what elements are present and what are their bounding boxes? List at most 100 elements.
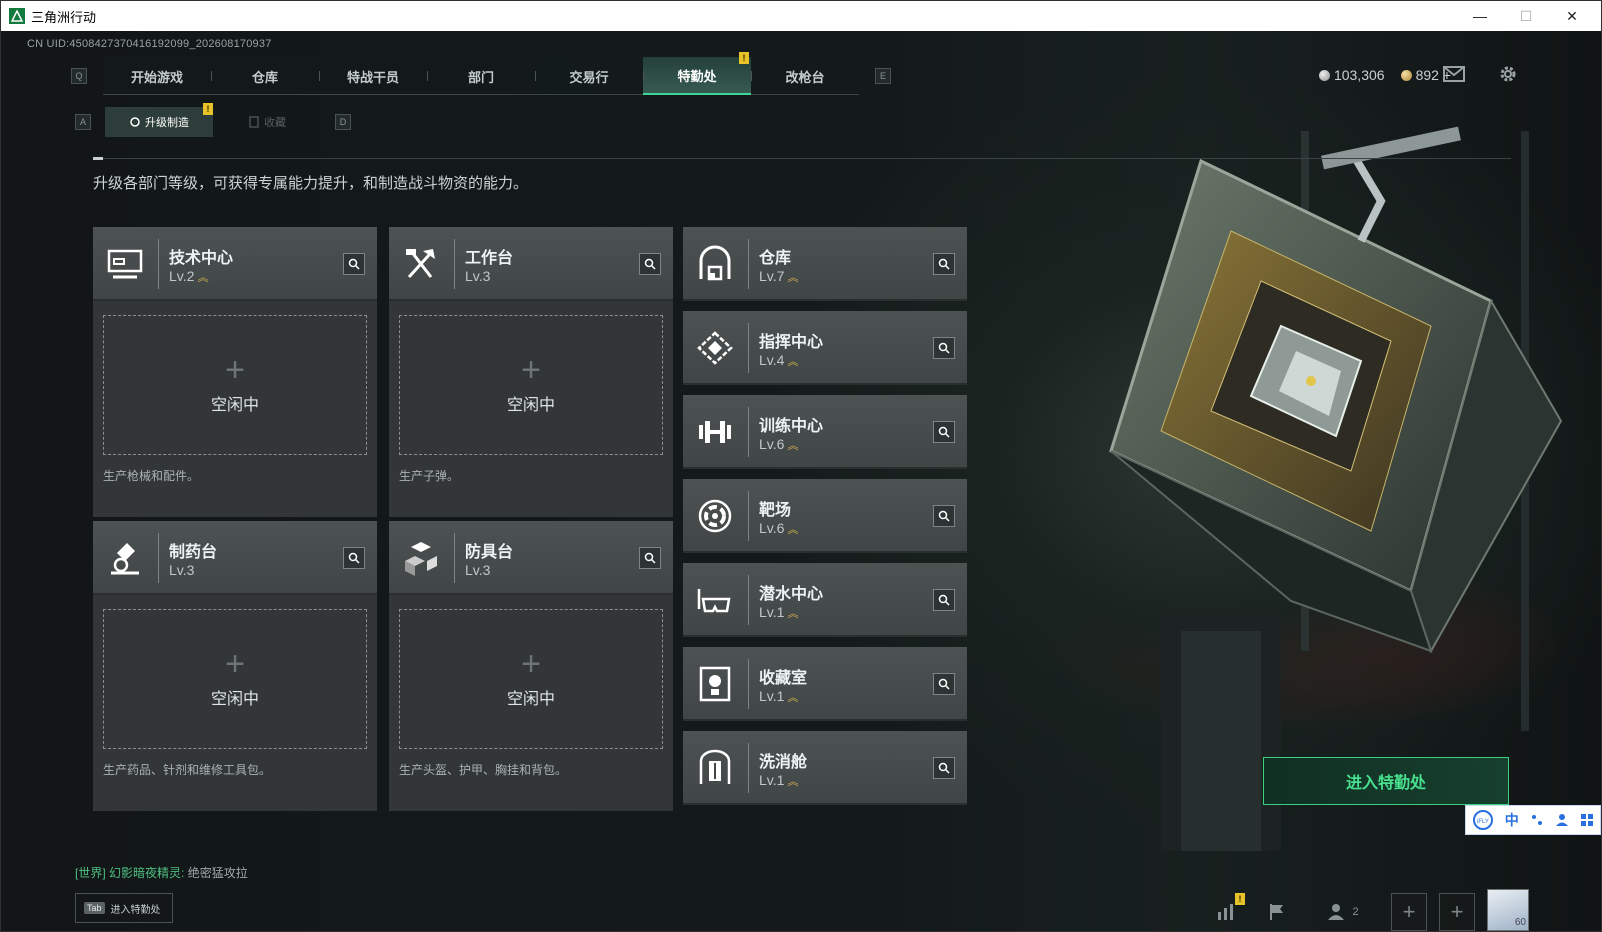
tab-start-game[interactable]: 开始游戏 (103, 57, 211, 95)
subtab-upgrade-craft[interactable]: 升级制造 ! (105, 103, 213, 137)
inspect-button[interactable] (639, 253, 661, 275)
tab-label: 交易行 (569, 69, 609, 85)
computer-icon (107, 249, 143, 279)
slot-status: 空闲中 (506, 397, 555, 414)
production-card-pharmacy: 制药台 Lv.3 + 空闲中 生产药品、针剂和维修工具包。 (93, 521, 377, 811)
user-icon[interactable] (1555, 813, 1569, 827)
header-separator (454, 239, 455, 289)
warehouse-icon (699, 245, 731, 281)
close-button[interactable]: ✕ (1549, 1, 1595, 31)
production-slot[interactable]: + 空闲中 (399, 609, 663, 749)
card-header[interactable]: 工作台 Lv.3 (389, 227, 673, 301)
facility-level: Lv.3 (465, 562, 490, 578)
player-avatar[interactable]: 60 (1487, 889, 1529, 931)
facility-card-shooting-range[interactable]: 靶场 Lv.6 ︽ (683, 479, 967, 553)
inspect-button[interactable] (933, 589, 955, 611)
enter-special-ops-button[interactable]: 进入特勤处 (1263, 757, 1509, 805)
plus-icon: + (521, 645, 541, 683)
stats-button[interactable]: ! (1209, 893, 1245, 931)
squad-button[interactable]: 2 (1321, 893, 1365, 931)
window-title: 三角洲行动 (31, 9, 97, 25)
facility-name: 仓库 (759, 250, 792, 267)
level-text: Lv.7 (759, 268, 785, 284)
tab-department[interactable]: 部门 (427, 57, 535, 95)
craft-icon (130, 117, 140, 127)
magnifier-icon (938, 426, 950, 438)
nav-prev-key[interactable]: Q (71, 68, 87, 84)
subnav-next-key[interactable]: D (335, 114, 351, 130)
inspect-button[interactable] (933, 421, 955, 443)
facility-name: 防具台 (465, 544, 514, 561)
facility-level: Lv.3 (169, 562, 194, 578)
notification-badge: ! (203, 103, 213, 115)
tab-label: 改枪台 (785, 69, 825, 85)
inspect-button[interactable] (933, 505, 955, 527)
target-icon (698, 499, 732, 533)
subtab-collection[interactable]: 收藏 (213, 107, 321, 137)
production-slot[interactable]: + 空闲中 (103, 609, 367, 749)
chat-line[interactable]: [世界] 幻影暗夜精灵: 绝密猛攻拉 (75, 864, 248, 881)
inspect-button[interactable] (933, 253, 955, 275)
level-up-icon: ︽ (197, 272, 209, 284)
header-separator (158, 239, 159, 289)
subnav-prev-key[interactable]: A (75, 114, 91, 130)
level-up-icon: ︽ (787, 608, 799, 620)
microscope-icon (111, 543, 139, 575)
inspect-button[interactable] (933, 757, 955, 779)
facility-card-warehouse[interactable]: 仓库 Lv.7 ︽ (683, 227, 967, 301)
header-separator (748, 239, 749, 289)
punctuation-icon[interactable] (1530, 813, 1544, 827)
facility-card-diving-center[interactable]: 潜水中心 Lv.1 ︽ (683, 563, 967, 637)
card-header[interactable]: 技术中心 Lv.2 ︽ (93, 227, 377, 301)
production-slot[interactable]: + 空闲中 (399, 315, 663, 455)
avatar-level: 60 (1514, 917, 1526, 928)
nav-next-key[interactable]: E (875, 68, 891, 84)
header-separator (748, 575, 749, 625)
level-text: Lv.3 (465, 562, 491, 578)
maximize-button[interactable]: ☐ (1503, 1, 1549, 31)
tab-hint-label: 进入特勤处 (110, 904, 161, 916)
tab-hint-button[interactable]: Tab 进入特勤处 (75, 893, 173, 923)
tab-trade[interactable]: 交易行 (535, 57, 643, 95)
facility-name: 技术中心 (169, 250, 234, 267)
flag-button[interactable] (1259, 893, 1295, 931)
inspect-button[interactable] (343, 253, 365, 275)
minimize-button[interactable]: — (1457, 1, 1503, 31)
level-text: Lv.3 (465, 268, 491, 284)
grid-menu-icon[interactable] (1580, 813, 1594, 827)
facility-card-training-center[interactable]: 训练中心 Lv.6 ︽ (683, 395, 967, 469)
currency-bar: 103,306 892 + (1318, 67, 1451, 83)
facility-level: Lv.4 ︽ (759, 352, 798, 369)
inspect-button[interactable] (933, 673, 955, 695)
level-up-icon: ︽ (787, 356, 799, 368)
magnifier-icon (644, 552, 656, 564)
ime-toolbar[interactable]: iFLY 中 (1465, 805, 1601, 835)
tab-special-ops[interactable]: 特勤处 ! (643, 52, 751, 95)
mail-icon[interactable] (1443, 65, 1465, 83)
cubes-icon (405, 542, 437, 576)
inspect-button[interactable] (933, 337, 955, 359)
production-slot[interactable]: + 空闲中 (103, 315, 367, 455)
facility-card-command-center[interactable]: 指挥中心 Lv.4 ︽ (683, 311, 967, 385)
inspect-button[interactable] (343, 547, 365, 569)
facility-card-decon-chamber[interactable]: 洗消舱 Lv.1 ︽ (683, 731, 967, 805)
magnifier-icon (938, 258, 950, 270)
ime-logo-icon: iFLY (1472, 810, 1493, 830)
settings-gear-icon[interactable] (1497, 63, 1519, 85)
card-header[interactable]: 制药台 Lv.3 (93, 521, 377, 595)
card-body: + 空闲中 生产子弹。 (389, 301, 673, 517)
add-teammate-button-2[interactable]: + (1439, 893, 1475, 931)
inspect-button[interactable] (639, 547, 661, 569)
ime-mode-label[interactable]: 中 (1505, 810, 1519, 830)
production-card-tech-center: 技术中心 Lv.2 ︽ + 空闲中 生产枪械和配件。 (93, 227, 377, 517)
notification-badge: ! (1235, 893, 1245, 905)
tab-warehouse[interactable]: 仓库 (211, 57, 319, 95)
tab-gunsmith[interactable]: 改枪台 (751, 57, 859, 95)
magnifier-icon (348, 552, 360, 564)
header-separator (158, 533, 159, 583)
card-header[interactable]: 防具台 Lv.3 (389, 521, 673, 595)
add-teammate-button-1[interactable]: + (1391, 893, 1427, 931)
facility-card-collection-room[interactable]: 收藏室 Lv.1 ︽ (683, 647, 967, 721)
tab-operators[interactable]: 特战干员 (319, 57, 427, 95)
slot-status: 空闲中 (210, 691, 259, 708)
